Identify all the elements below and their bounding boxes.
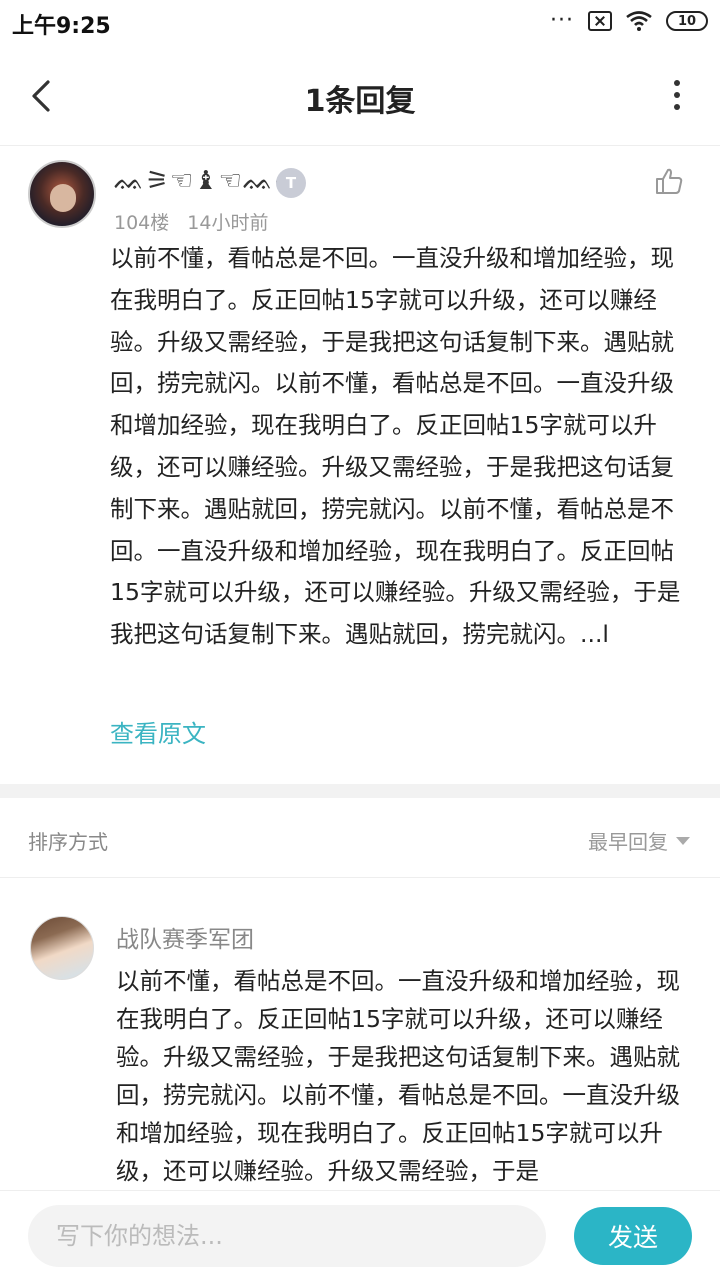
floor-number: 104楼 xyxy=(114,212,170,234)
avatar[interactable] xyxy=(28,160,96,228)
post-username[interactable]: ᨐ⚞☜♝☜ᨐᨑ xyxy=(114,166,295,197)
post-meta: 104楼 14小时前 xyxy=(114,208,268,235)
level-badge: T xyxy=(276,168,306,198)
reply-content: 以前不懂，看帖总是不回。一直没升级和增加经验，现在我明白了。反正回帖15字就可以… xyxy=(116,967,680,1185)
status-bar: 上午9:25 ··· 10 xyxy=(0,0,720,46)
sort-value: 最早回复 xyxy=(588,830,668,854)
reply-username[interactable]: 战队赛季军团 xyxy=(116,920,254,954)
page-title: 1条回复 xyxy=(304,84,416,119)
post-content: 以前不懂，看帖总是不回。一直没升级和增加经验，现在我明白了。反正回帖15字就可以… xyxy=(110,244,681,649)
more-options-icon[interactable] xyxy=(674,80,682,110)
battery-icon: 10 xyxy=(666,11,708,31)
view-original-link[interactable]: 查看原文 xyxy=(110,714,206,749)
send-button[interactable]: 发送 xyxy=(574,1207,692,1265)
post-time: 14小时前 xyxy=(187,212,269,234)
thumbs-up-icon[interactable] xyxy=(654,166,684,196)
more-notifications-icon: ··· xyxy=(550,8,574,33)
status-icons: ··· 10 xyxy=(550,10,708,32)
avatar[interactable] xyxy=(30,916,94,980)
caret-down-icon xyxy=(676,836,690,845)
sort-label: 排序方式 xyxy=(28,830,108,854)
sort-bar: 排序方式 最早回复 xyxy=(0,798,720,878)
wifi-icon xyxy=(626,11,652,31)
section-divider xyxy=(0,784,720,798)
comment-input[interactable] xyxy=(28,1205,546,1267)
status-time: 上午9:25 xyxy=(12,14,111,39)
nav-bar: 1条回复 xyxy=(0,46,720,146)
sort-dropdown[interactable]: 最早回复 xyxy=(588,826,690,855)
no-sim-icon xyxy=(588,11,612,31)
comment-bar: 发送 xyxy=(0,1190,720,1280)
reply-item: 战队赛季军团 以前不懂，看帖总是不回。一直没升级和增加经验，现在我明白了。反正回… xyxy=(0,880,720,1190)
main-post: ᨐ⚞☜♝☜ᨐᨑ T 104楼 14小时前 以前不懂，看帖总是不回。一直没升级和增加… xyxy=(0,146,720,784)
